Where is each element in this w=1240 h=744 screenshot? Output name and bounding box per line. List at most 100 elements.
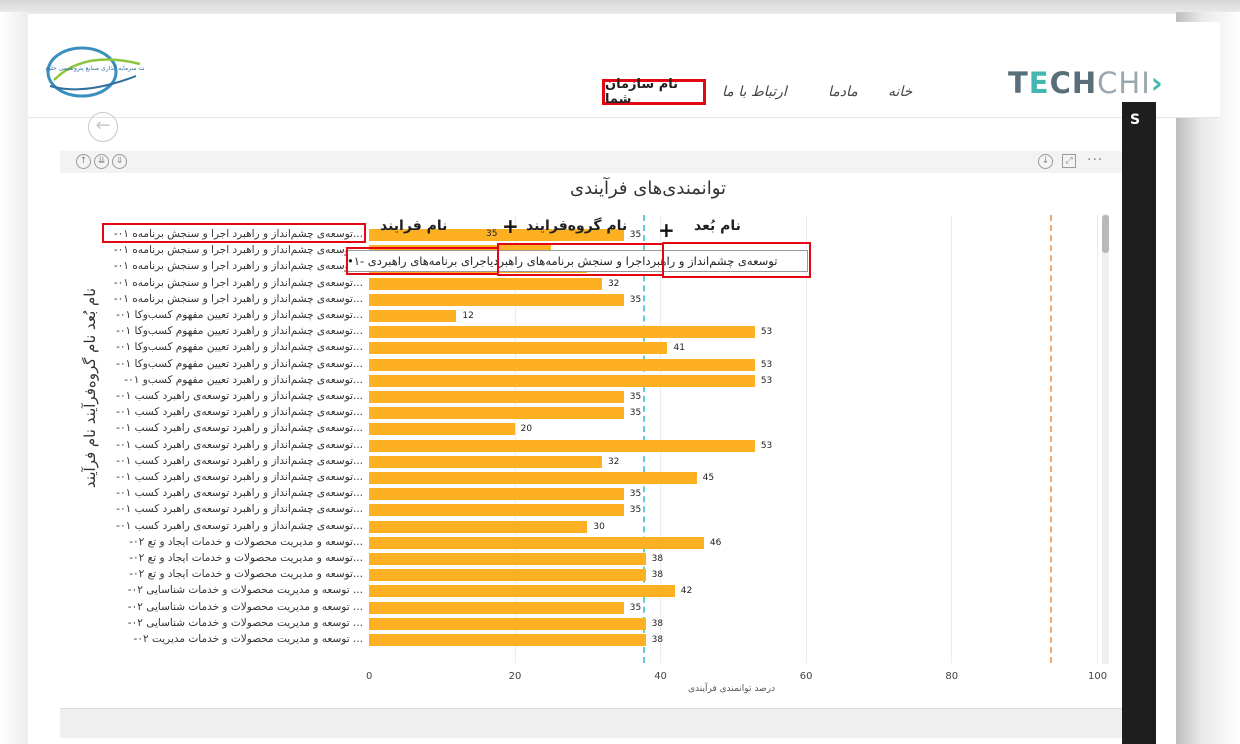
annot-tooltip-value: 35: [486, 229, 498, 239]
back-arrow-icon[interactable]: ←: [88, 112, 118, 142]
y-category-label[interactable]: ...توسعه‌ی چشم‌انداز و راهبرد توسعه‌ی را…: [107, 439, 363, 451]
expand-all-icon[interactable]: ⇓: [112, 154, 127, 169]
bar-value-label: 35: [629, 505, 642, 516]
x-tick-label: 20: [508, 671, 522, 682]
bar[interactable]: [369, 358, 755, 371]
x-tick-label: 100: [1088, 671, 1108, 682]
annot-plus-1: +: [502, 214, 519, 238]
x-gridline: [951, 215, 953, 663]
bar-value-label: 53: [760, 359, 773, 370]
bar-value-label: 32: [607, 456, 620, 467]
nav-home[interactable]: خانه: [888, 84, 912, 100]
y-axis-title: نام بُعد نام گروه‌فرآیند نام فرآیند: [81, 287, 99, 489]
bar[interactable]: [369, 569, 646, 582]
company-logo[interactable]: شرکت سرمایه گذاری صنایع پتروشیمی خلیج فا…: [44, 40, 144, 98]
y-category-label[interactable]: ...توسعه‌ی چشم‌انداز و راهبرد تعیین مفهو…: [107, 309, 363, 321]
bar[interactable]: [369, 601, 624, 614]
bar[interactable]: [369, 293, 624, 306]
bar-value-label: 32: [607, 278, 620, 289]
side-dark-panel: S: [1122, 102, 1156, 744]
y-category-label[interactable]: ...توسعه و مدیریت محصولات و خدمات ایجاد …: [107, 536, 363, 548]
bar-value-label: 53: [760, 327, 773, 338]
more-options-icon[interactable]: ···: [1087, 152, 1103, 168]
bar[interactable]: [369, 472, 697, 484]
nav-contact[interactable]: ارتباط با ما: [722, 84, 787, 100]
y-category-label[interactable]: ... توسعه و مدیریت محصولات و خدمات شناسا…: [107, 601, 363, 613]
drill-up-icon[interactable]: ↑: [76, 154, 91, 169]
x-tick-label: 60: [799, 671, 813, 682]
bar[interactable]: [369, 455, 602, 468]
y-category-label[interactable]: ...توسعه‌ی چشم‌انداز و راهبرد اجرا و سنج…: [107, 293, 363, 305]
y-category-label[interactable]: ...توسعه‌ی چشم‌انداز و راهبرد توسعه‌ی را…: [107, 422, 363, 434]
annot-process-name: نام فرایند: [380, 218, 448, 234]
y-category-label[interactable]: ... توسعه و مدیریت محصولات و خدمات مدیری…: [107, 633, 363, 645]
y-category-label[interactable]: ...توسعه‌ی چشم‌انداز و راهبرد توسعه‌ی را…: [107, 455, 363, 467]
focus-mode-icon[interactable]: ⤢: [1062, 154, 1076, 168]
y-category-label[interactable]: ... توسعه و مدیریت محصولات و خدمات شناسا…: [107, 617, 363, 629]
y-category-label[interactable]: ...توسعه‌ی چشم‌انداز و راهبرد تعیین مفهو…: [107, 374, 363, 386]
y-category-label[interactable]: ...توسعه‌ی چشم‌انداز و راهبرد توسعه‌ی را…: [107, 520, 363, 532]
bar[interactable]: [369, 407, 624, 420]
bar[interactable]: [369, 585, 675, 598]
y-category-label[interactable]: ...توسعه‌ی چشم‌انداز و راهبرد توسعه‌ی را…: [107, 390, 363, 402]
bar-value-label: 30: [593, 521, 605, 532]
bar-value-label: 45: [702, 473, 715, 483]
nav-org-name[interactable]: نام سازمان شما: [602, 77, 706, 107]
y-category-label[interactable]: ...توسعه‌ی چشم‌انداز و راهبرد توسعه‌ی را…: [107, 503, 363, 515]
bar-value-label: 12: [462, 311, 474, 321]
bar[interactable]: [369, 504, 624, 517]
highlight-group-part: [497, 243, 664, 276]
bar-value-label: 35: [629, 392, 642, 402]
y-category-label[interactable]: ...توسعه‌ی چشم‌انداز و راهبرد اجرا و سنج…: [107, 260, 363, 272]
bar-value-label: 38: [651, 618, 664, 629]
bar-value-label: 38: [651, 570, 664, 581]
chart-scrollbar-thumb[interactable]: [1102, 215, 1109, 253]
y-category-label[interactable]: ... توسعه و مدیریت محصولات و خدمات شناسا…: [107, 584, 363, 596]
bar[interactable]: [369, 536, 704, 549]
bar[interactable]: [369, 520, 588, 533]
bar-value-label: 46: [709, 537, 722, 548]
bar[interactable]: [369, 553, 646, 565]
bar[interactable]: [369, 634, 646, 646]
y-category-label[interactable]: ...توسعه و مدیریت محصولات و خدمات ایجاد …: [107, 568, 363, 580]
bar[interactable]: [369, 391, 624, 403]
bar[interactable]: [369, 326, 755, 339]
drill-down-icon[interactable]: ↓: [1038, 154, 1053, 169]
y-category-label[interactable]: ...توسعه‌ی چشم‌انداز و راهبرد توسعه‌ی را…: [107, 406, 363, 418]
chart-scrollbar-track[interactable]: [1102, 214, 1109, 664]
bar[interactable]: [369, 310, 457, 322]
x-gridline: [805, 215, 807, 663]
bar-value-label: 53: [760, 375, 773, 386]
bar-value-label: 35: [629, 602, 642, 613]
highlight-process-part: [346, 247, 499, 275]
annot-dimension-name: نام بُعد: [694, 218, 741, 234]
x-tick-label: 80: [945, 671, 959, 682]
bar[interactable]: [369, 488, 624, 501]
nav-about[interactable]: مادما: [828, 84, 858, 100]
window-right-edge: [1176, 12, 1240, 744]
bar[interactable]: [369, 374, 755, 387]
y-category-label[interactable]: ...توسعه‌ی چشم‌انداز و راهبرد توسعه‌ی را…: [107, 487, 363, 499]
side-panel-letter: S: [1130, 112, 1141, 128]
y-category-label[interactable]: ...توسعه‌ی چشم‌انداز و راهبرد تعیین مفهو…: [107, 358, 363, 370]
bar[interactable]: [369, 277, 602, 290]
bar[interactable]: [369, 423, 515, 436]
y-category-label[interactable]: ...توسعه‌ی چشم‌انداز و راهبرد اجرا و سنج…: [107, 244, 363, 256]
report-bottom-bar: [60, 708, 1122, 738]
y-category-label[interactable]: ...توسعه‌ی چشم‌انداز و راهبرد توسعه‌ی را…: [107, 471, 363, 483]
bar[interactable]: [369, 439, 755, 452]
logo-text: شرکت سرمایه گذاری صنایع پتروشیمی خلیج فا…: [44, 64, 144, 72]
y-category-label[interactable]: ...توسعه‌ی چشم‌انداز و راهبرد اجرا و سنج…: [107, 277, 363, 289]
y-category-label[interactable]: ...توسعه‌ی چشم‌انداز و راهبرد تعیین مفهو…: [107, 341, 363, 353]
bar[interactable]: [369, 342, 668, 355]
drill-down-all-icon[interactable]: ⇊: [94, 154, 109, 169]
y-category-label[interactable]: ...توسعه‌ی چشم‌انداز و راهبرد تعیین مفهو…: [107, 325, 363, 337]
bar-value-label: 38: [651, 635, 664, 645]
bar[interactable]: [369, 617, 646, 630]
y-category-label[interactable]: ...توسعه و مدیریت محصولات و خدمات ایجاد …: [107, 552, 363, 564]
bar-value-label: 41: [673, 343, 685, 354]
bar-value-label: 38: [651, 554, 664, 564]
target-ref-line: [1050, 215, 1053, 663]
x-gridline: [1097, 215, 1098, 663]
brand-logo[interactable]: TECHCHI›: [1008, 66, 1164, 100]
